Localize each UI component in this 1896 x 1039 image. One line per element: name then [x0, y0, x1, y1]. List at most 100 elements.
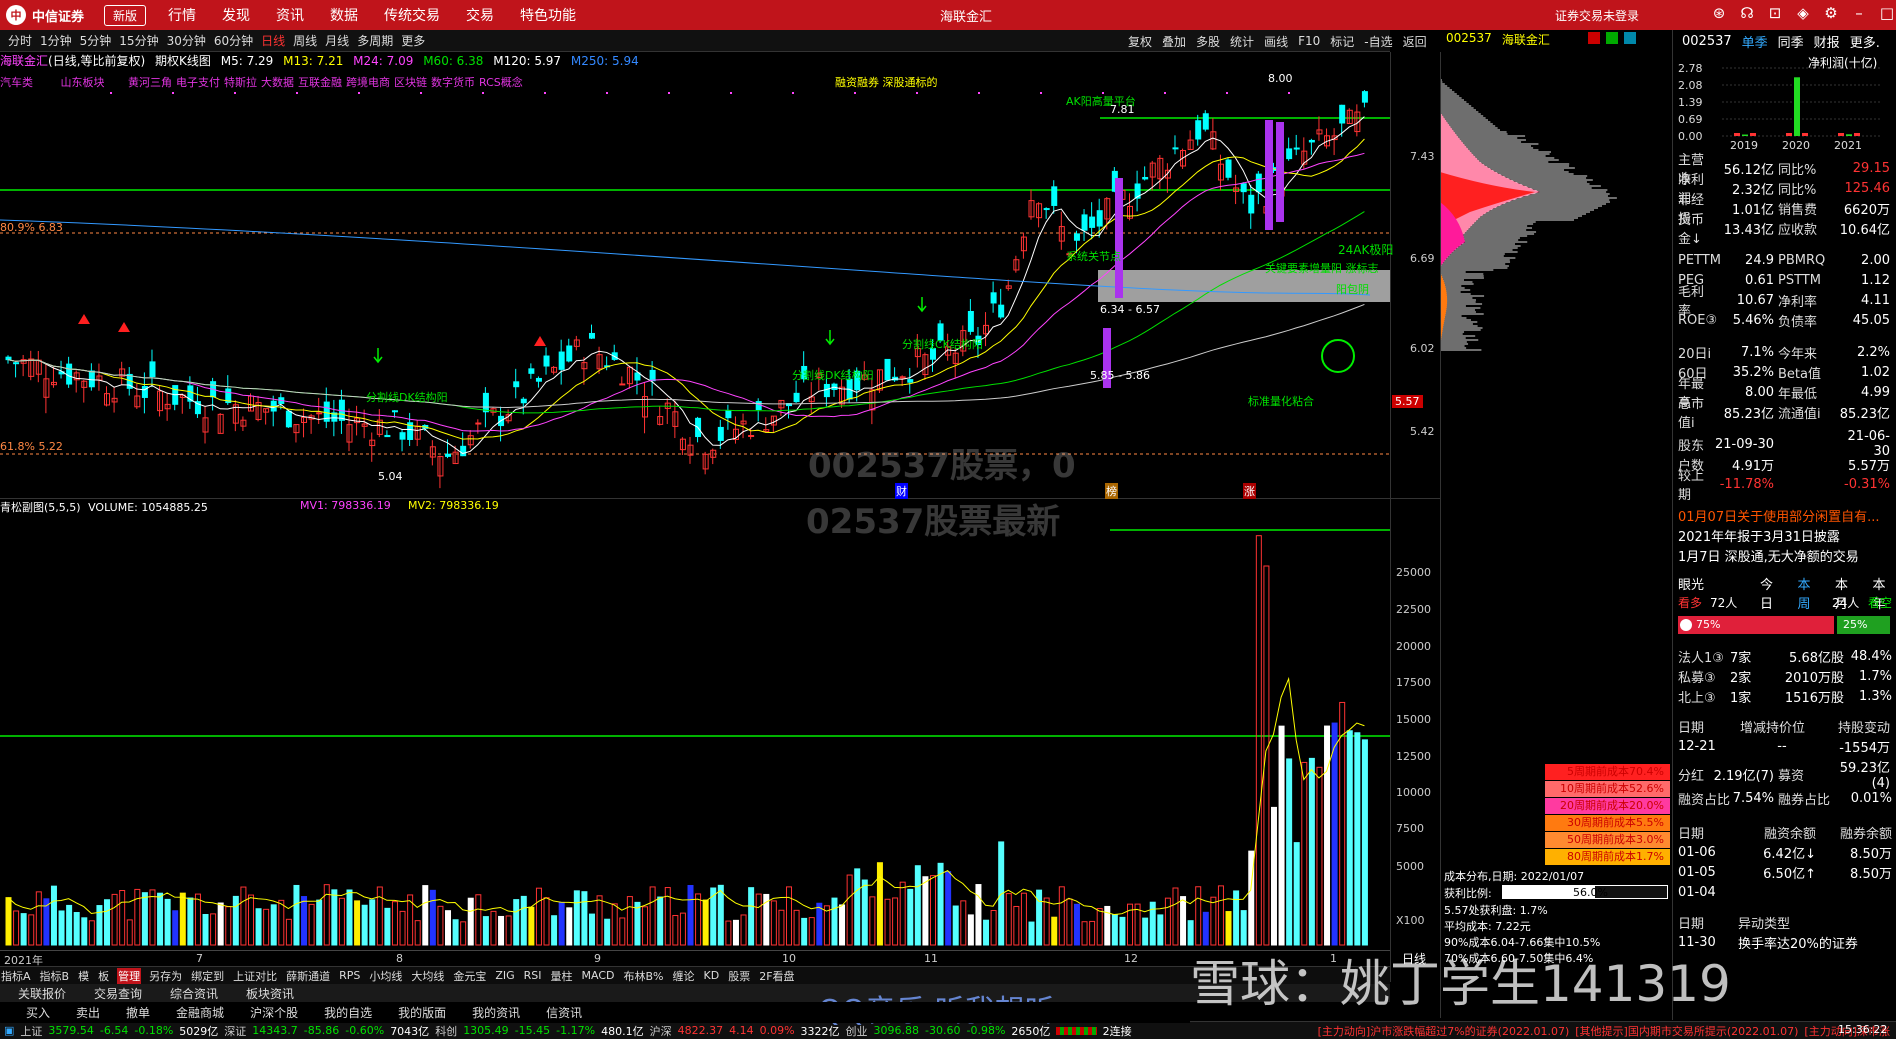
period-tab[interactable]: 60分钟 — [214, 32, 253, 49]
chart-tool[interactable]: 统计 — [1230, 33, 1254, 50]
news-item[interactable]: 01月07日关于使用部分闲置自有... — [1678, 506, 1892, 525]
sector-tag[interactable]: 汽车类 — [0, 76, 33, 89]
bottom-tab[interactable]: 综合资讯 — [170, 985, 218, 1002]
lock-icon[interactable]: ⊡ — [1766, 4, 1784, 22]
grid-icon[interactable] — [1624, 32, 1636, 44]
settings-icon[interactable]: ⚙ — [1822, 4, 1840, 22]
sector-tag[interactable]: 电子支付 — [176, 76, 220, 89]
indicator-tab[interactable]: 指标A — [0, 968, 32, 984]
indicator-tab[interactable]: 模 — [77, 968, 90, 984]
news-item[interactable]: 2021年年报于3月31日披露 — [1678, 526, 1892, 545]
indicator-tab[interactable]: MACD — [581, 969, 616, 982]
action-button[interactable]: 我的资讯 — [472, 1004, 520, 1021]
indicator-tab[interactable]: RSI — [523, 969, 543, 982]
period-tab[interactable]: 周线 — [293, 32, 317, 49]
period-tab[interactable]: 月线 — [325, 32, 349, 49]
period-tab[interactable]: 更多 — [401, 32, 425, 49]
chart-tool[interactable]: 多股 — [1196, 33, 1220, 50]
event-marker[interactable]: 榜 — [1105, 483, 1118, 499]
indicator-tab[interactable]: 股票 — [727, 968, 751, 984]
sentiment-tab[interactable]: 今日 — [1760, 574, 1784, 612]
indicator-tab[interactable]: 板 — [97, 968, 110, 984]
indicator-title[interactable]: 青松副图(5,5,5) — [0, 501, 81, 514]
chart-tool[interactable]: F10 — [1298, 34, 1320, 48]
chart-tool[interactable]: 返回 — [1403, 33, 1427, 50]
chart-tool[interactable]: 画线 — [1264, 33, 1288, 50]
sector-tag[interactable]: 大数据 — [261, 76, 294, 89]
flag-icon[interactable] — [1588, 32, 1600, 44]
login-status[interactable]: 证券交易未登录 — [1555, 7, 1639, 24]
chart-tool[interactable]: 标记 — [1330, 33, 1354, 50]
indicator-tab[interactable]: 绑定到 — [190, 968, 225, 984]
action-button[interactable]: 卖出 — [76, 1004, 100, 1021]
menu-item[interactable]: 行情 — [168, 5, 196, 25]
indicator-tab[interactable]: 另存为 — [148, 968, 183, 984]
kline-chart[interactable] — [0, 90, 1390, 500]
action-button[interactable]: 金融商城 — [176, 1004, 224, 1021]
menu-item[interactable]: 交易 — [466, 5, 494, 25]
indicator-tab[interactable]: 量柱 — [550, 968, 574, 984]
sector-tag[interactable]: 山东板块 — [61, 76, 105, 89]
indicator-tab[interactable]: KD — [703, 969, 721, 982]
indicator-tab[interactable]: 2F看盘 — [758, 968, 795, 984]
indicator-tab[interactable]: 上证对比 — [232, 968, 278, 984]
maximize-icon[interactable]: □ — [1878, 4, 1896, 22]
news-item[interactable]: 1月7日 深股通,无大净额的交易 — [1678, 546, 1892, 565]
indicator-tab[interactable]: 薛斯通道 — [285, 968, 331, 984]
menu-item[interactable]: 数据 — [330, 5, 358, 25]
export-icon[interactable] — [1606, 32, 1618, 44]
sector-tag[interactable]: 区块链 — [394, 76, 427, 89]
period-tab[interactable]: 30分钟 — [167, 32, 206, 49]
bottom-tab[interactable]: 交易查询 — [94, 985, 142, 1002]
period-tab[interactable]: 多周期 — [357, 32, 393, 49]
indicator-tab[interactable]: 缠论 — [672, 968, 696, 984]
indicator-tab[interactable]: ZIG — [494, 969, 515, 982]
indicator-tab[interactable]: 指标B — [39, 968, 71, 984]
event-marker[interactable]: 涨 — [1243, 483, 1256, 499]
skin-icon[interactable]: ◈ — [1794, 4, 1812, 22]
sector-tag[interactable]: 互联金融 — [298, 76, 342, 89]
volume-chart[interactable] — [0, 515, 1390, 965]
menu-item[interactable]: 资讯 — [276, 5, 304, 25]
indicator-tab[interactable]: 金元宝 — [452, 968, 487, 984]
period-tab[interactable]: 分时 — [8, 32, 32, 49]
period-tab[interactable]: 日线 — [261, 32, 285, 49]
info-tab[interactable]: 单季 — [1742, 32, 1768, 51]
sector-tag[interactable]: 数字货币 — [431, 76, 475, 89]
action-button[interactable]: 我的版面 — [398, 1004, 446, 1021]
period-tab[interactable]: 1分钟 — [40, 32, 72, 49]
sector-tag[interactable]: 特斯拉 — [224, 76, 257, 89]
action-button[interactable]: 信资讯 — [546, 1004, 582, 1021]
menu-item[interactable]: 发现 — [222, 5, 250, 25]
info-tab[interactable]: 更多. — [1850, 32, 1880, 51]
bottom-tab[interactable]: 板块资讯 — [246, 985, 294, 1002]
chart-tool[interactable]: 复权 — [1128, 33, 1152, 50]
chart-tool[interactable]: -自选 — [1364, 33, 1392, 50]
info-tab[interactable]: 同季 — [1778, 32, 1804, 51]
info-tab[interactable]: 财报 — [1814, 32, 1840, 51]
period-tab[interactable]: 5分钟 — [80, 32, 112, 49]
chart-tool[interactable]: 叠加 — [1162, 33, 1186, 50]
indicator-tab[interactable]: 小均线 — [368, 968, 403, 984]
period-tab[interactable]: 15分钟 — [119, 32, 158, 49]
action-button[interactable]: 买入 — [26, 1004, 50, 1021]
headset-icon[interactable]: ☊ — [1738, 4, 1756, 22]
indicator-tab[interactable]: 布林B% — [623, 968, 665, 984]
period-k-label[interactable]: 期权K线图 — [155, 54, 211, 68]
indicator-tab[interactable]: RPS — [338, 969, 361, 982]
service-icon[interactable]: ⊛ — [1710, 4, 1728, 22]
indicator-tab[interactable]: 大均线 — [410, 968, 445, 984]
menu-item[interactable]: 特色功能 — [520, 5, 576, 25]
minimize-icon[interactable]: – — [1850, 4, 1868, 22]
sector-tag[interactable]: RCS概念 — [479, 76, 523, 89]
sector-tag[interactable]: 跨境电商 — [346, 76, 390, 89]
sector-tag[interactable]: 黄河三角 — [128, 76, 172, 89]
action-button[interactable]: 撤单 — [126, 1004, 150, 1021]
menu-item[interactable]: 传统交易 — [384, 5, 440, 25]
bottom-tab[interactable]: 关联报价 — [18, 985, 66, 1002]
version-button[interactable]: 新版 — [104, 4, 147, 26]
sentiment-tab[interactable]: 本周 — [1798, 574, 1822, 612]
action-button[interactable]: 我的自选 — [324, 1004, 372, 1021]
indicator-tab[interactable]: 管理 — [117, 967, 142, 984]
action-button[interactable]: 沪深个股 — [250, 1004, 298, 1021]
